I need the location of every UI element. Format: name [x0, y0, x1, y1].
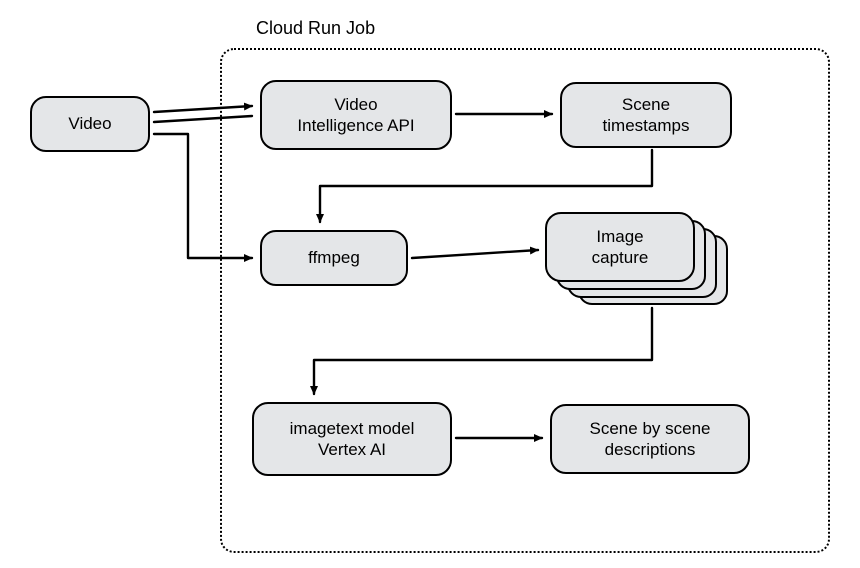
- node-imagetext: imagetext modelVertex AI: [252, 402, 452, 476]
- node-scene-descriptions: Scene by scenedescriptions: [550, 404, 750, 474]
- node-imagetext-label: imagetext modelVertex AI: [290, 418, 415, 461]
- node-video: Video: [30, 96, 150, 152]
- node-ffmpeg: ffmpeg: [260, 230, 408, 286]
- node-scene-timestamps-label: Scenetimestamps: [603, 94, 690, 137]
- node-scene-timestamps: Scenetimestamps: [560, 82, 732, 148]
- node-ffmpeg-label: ffmpeg: [308, 247, 360, 268]
- node-video-intelligence-label: VideoIntelligence API: [297, 94, 414, 137]
- node-image-capture: Imagecapture: [545, 212, 695, 282]
- node-scene-descriptions-label: Scene by scenedescriptions: [590, 418, 711, 461]
- container-title: Cloud Run Job: [256, 18, 375, 39]
- node-video-label: Video: [68, 113, 111, 134]
- node-image-capture-label: Imagecapture: [592, 226, 649, 269]
- node-video-intelligence: VideoIntelligence API: [260, 80, 452, 150]
